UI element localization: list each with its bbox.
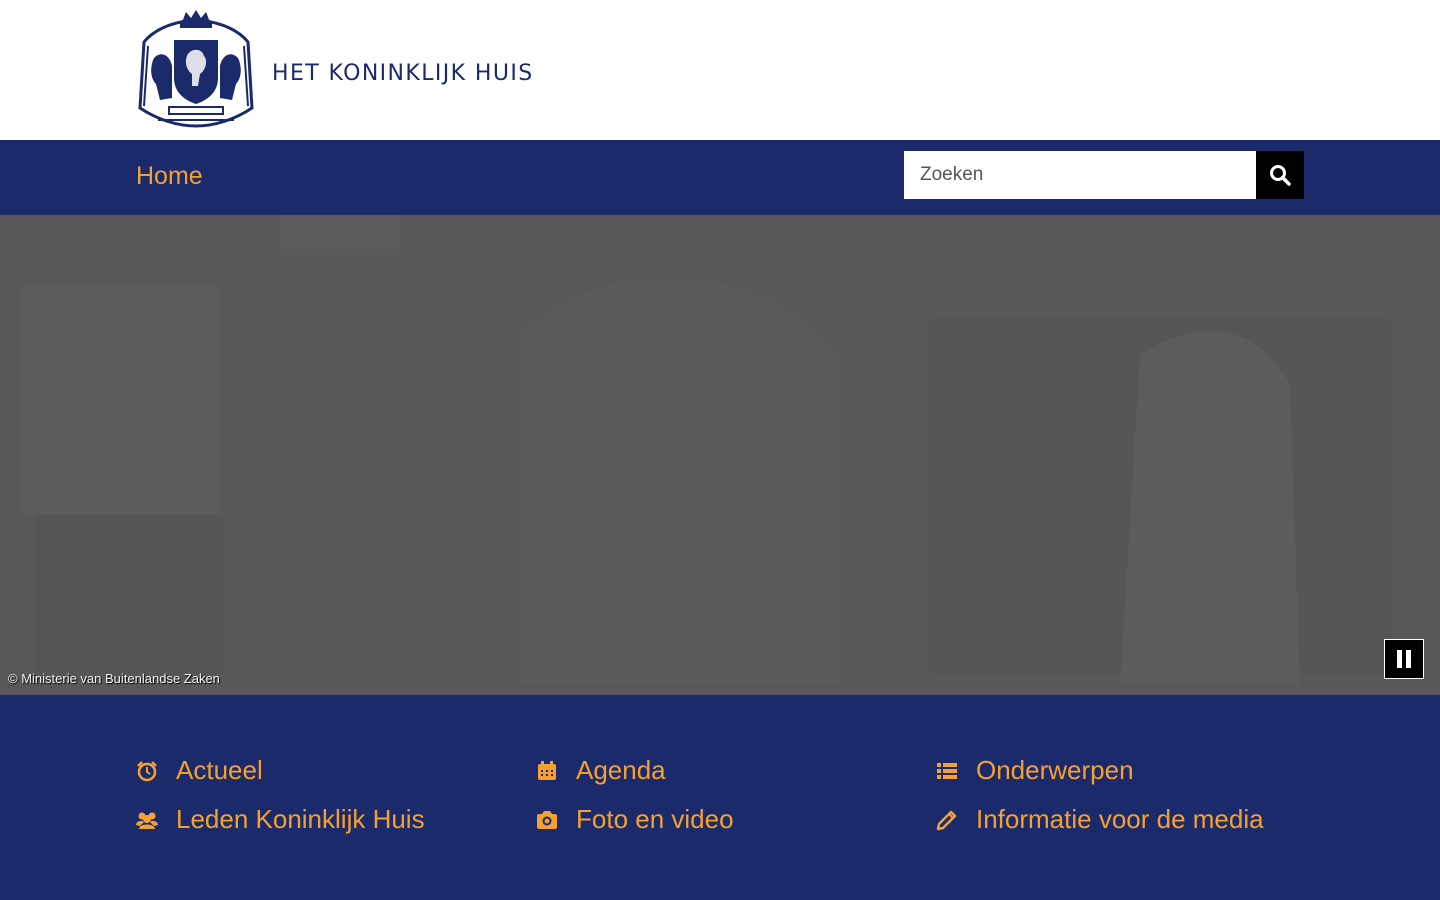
list-icon	[936, 760, 958, 782]
nav-home-link[interactable]: Home	[136, 158, 203, 194]
search-button[interactable]	[1256, 151, 1304, 199]
pause-icon	[1397, 650, 1411, 668]
quick-link-media[interactable]: Informatie voor de media	[936, 804, 1264, 835]
hero-carousel: © Ministerie van Buitenlandse Zaken	[0, 215, 1440, 695]
quick-link-label: Leden Koninklijk Huis	[176, 804, 425, 834]
quick-links: Actueel Agenda Onderwerpen Leden Koninkl…	[0, 695, 1440, 900]
quick-link-actueel[interactable]: Actueel	[136, 755, 263, 786]
site-title: HET KONINKLIJK HUIS	[272, 60, 534, 86]
camera-icon	[536, 809, 558, 831]
quick-link-label: Onderwerpen	[976, 755, 1134, 785]
quick-link-label: Actueel	[176, 755, 263, 785]
quick-link-label: Foto en video	[576, 804, 734, 834]
quick-link-foto-video[interactable]: Foto en video	[536, 804, 734, 835]
quick-link-agenda[interactable]: Agenda	[536, 755, 666, 786]
photo-credit: © Ministerie van Buitenlandse Zaken	[8, 671, 220, 686]
quick-link-onderwerpen[interactable]: Onderwerpen	[936, 755, 1134, 786]
pencil-icon	[936, 809, 958, 831]
users-icon	[136, 809, 158, 831]
main-navbar: Home	[0, 140, 1440, 215]
search-icon	[1270, 165, 1291, 186]
quick-link-label: Informatie voor de media	[976, 804, 1264, 834]
home-logo-link[interactable]: HET KONINKLIJK HUIS	[138, 8, 534, 130]
pause-button[interactable]	[1384, 639, 1424, 679]
hero-image	[0, 215, 1440, 695]
search-input[interactable]	[904, 151, 1256, 199]
quick-link-leden[interactable]: Leden Koninklijk Huis	[136, 804, 425, 835]
calendar-icon	[536, 760, 558, 782]
quick-link-label: Agenda	[576, 755, 666, 785]
alarm-clock-icon	[136, 760, 158, 782]
search-form	[904, 151, 1304, 199]
site-header: HET KONINKLIJK HUIS	[0, 0, 1440, 140]
royal-crest-icon	[138, 10, 254, 128]
